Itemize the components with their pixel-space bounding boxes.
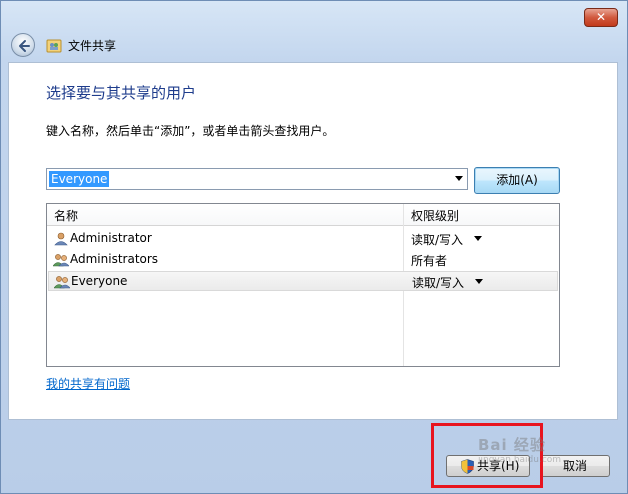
permission-level[interactable]: 读取/写入	[411, 231, 463, 248]
add-button[interactable]: 添加(A)	[474, 167, 560, 194]
instruction-text: 键入名称，然后单击“添加”，或者单击箭头查找用户。	[46, 124, 335, 138]
column-header-name[interactable]: 名称	[54, 207, 78, 224]
user-name: Administrator	[70, 231, 152, 245]
list-item-administrators[interactable]: Administrators 所有者	[48, 250, 558, 270]
close-button[interactable]: ✕	[584, 8, 618, 27]
permission-level: 所有者	[411, 254, 448, 268]
dropdown-arrow-icon[interactable]	[455, 176, 463, 181]
watermark-text: Bai 经验	[478, 436, 546, 454]
watermark-subtext: jingyan.baidu.com	[478, 455, 562, 465]
group-icon	[53, 254, 69, 267]
watermark: Bai 经验 jingyan.baidu.com	[478, 434, 561, 465]
column-header-permission[interactable]: 权限级别	[411, 207, 459, 224]
permission-dropdown-icon[interactable]	[474, 236, 482, 241]
window-title: 文件共享	[68, 39, 117, 53]
close-icon: ✕	[595, 10, 607, 24]
sharing-help-link[interactable]: 我的共享有问题	[46, 375, 130, 392]
user-name: Administrators	[70, 252, 159, 266]
user-name: Everyone	[71, 274, 128, 288]
back-button[interactable]	[11, 33, 35, 57]
user-name-input[interactable]: Everyone	[49, 171, 110, 187]
list-item-everyone[interactable]: Everyone 读取/写入	[48, 271, 558, 291]
page-heading: 选择要与其共享的用户	[46, 84, 197, 102]
list-item-administrator[interactable]: Administrator 读取/写入	[48, 229, 558, 249]
permission-level[interactable]: 读取/写入	[412, 274, 464, 291]
share-users-icon	[46, 39, 62, 53]
list-header: 名称 权限级别	[47, 204, 559, 226]
back-arrow-icon	[19, 40, 30, 52]
user-permission-list: 名称 权限级别 Administrator 读取/写入 Administrato…	[46, 203, 560, 367]
permission-dropdown-icon[interactable]	[475, 279, 483, 284]
group-icon	[54, 276, 70, 289]
user-icon	[54, 232, 68, 246]
user-name-combobox[interactable]: Everyone	[46, 168, 468, 190]
